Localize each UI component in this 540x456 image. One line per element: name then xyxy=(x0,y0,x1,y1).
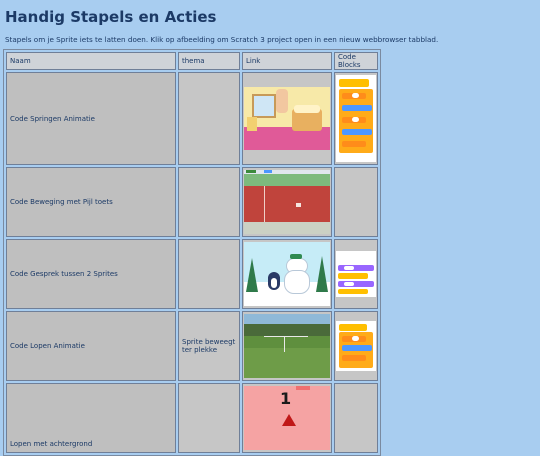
row-link-cell xyxy=(242,239,332,309)
row-link-cell xyxy=(242,72,332,165)
row-link-cell xyxy=(242,311,332,381)
red-field-thumbnail[interactable] xyxy=(244,170,330,234)
football-field-thumbnail[interactable] xyxy=(244,314,330,378)
column-header-thema: thema xyxy=(178,52,240,70)
row-code-cell xyxy=(334,383,378,453)
row-link-cell: 1 xyxy=(242,383,332,453)
page-intro: Stapels om je Sprite iets te latten doen… xyxy=(5,35,439,44)
table-row: Code Beweging met Pijl toets xyxy=(6,167,378,237)
column-header-code-blocks: Code Blocks xyxy=(334,52,378,70)
table-row: Code Lopen Animatie Sprite beweegt ter p… xyxy=(6,311,378,381)
row-code-cell xyxy=(334,72,378,165)
row-theme xyxy=(178,167,240,237)
table-row: Code Springen Animatie xyxy=(6,72,378,165)
row-link-cell xyxy=(242,167,332,237)
number-one-thumbnail[interactable]: 1 xyxy=(244,386,330,450)
page-title: Handig Stapels en Acties xyxy=(5,8,217,26)
winter-penguin-thumbnail[interactable] xyxy=(244,242,330,306)
table-row: Lopen met achtergrond 1 xyxy=(6,383,378,453)
row-code-cell xyxy=(334,167,378,237)
bedroom-scene-thumbnail[interactable] xyxy=(244,87,330,150)
row-name: Lopen met achtergrond xyxy=(6,383,176,453)
row-theme xyxy=(178,383,240,453)
row-code-cell xyxy=(334,311,378,381)
row-theme xyxy=(178,72,240,165)
code-blocks-thumbnail[interactable] xyxy=(336,251,376,297)
column-header-link: Link xyxy=(242,52,332,70)
table-row: Code Gesprek tussen 2 Sprites xyxy=(6,239,378,309)
row-code-cell xyxy=(334,239,378,309)
row-theme xyxy=(178,239,240,309)
row-name: Code Springen Animatie xyxy=(6,72,176,165)
row-name: Code Beweging met Pijl toets xyxy=(6,167,176,237)
row-name: Code Gesprek tussen 2 Sprites xyxy=(6,239,176,309)
scripts-table: Naam thema Link Code Blocks Code Springe… xyxy=(3,49,381,456)
table-header-row: Naam thema Link Code Blocks xyxy=(6,52,378,70)
row-theme: Sprite beweegt ter plekke xyxy=(178,311,240,381)
code-blocks-thumbnail[interactable] xyxy=(336,321,376,371)
row-name: Code Lopen Animatie xyxy=(6,311,176,381)
column-header-naam: Naam xyxy=(6,52,176,70)
counter-number: 1 xyxy=(280,389,292,408)
code-blocks-thumbnail[interactable] xyxy=(336,75,376,162)
